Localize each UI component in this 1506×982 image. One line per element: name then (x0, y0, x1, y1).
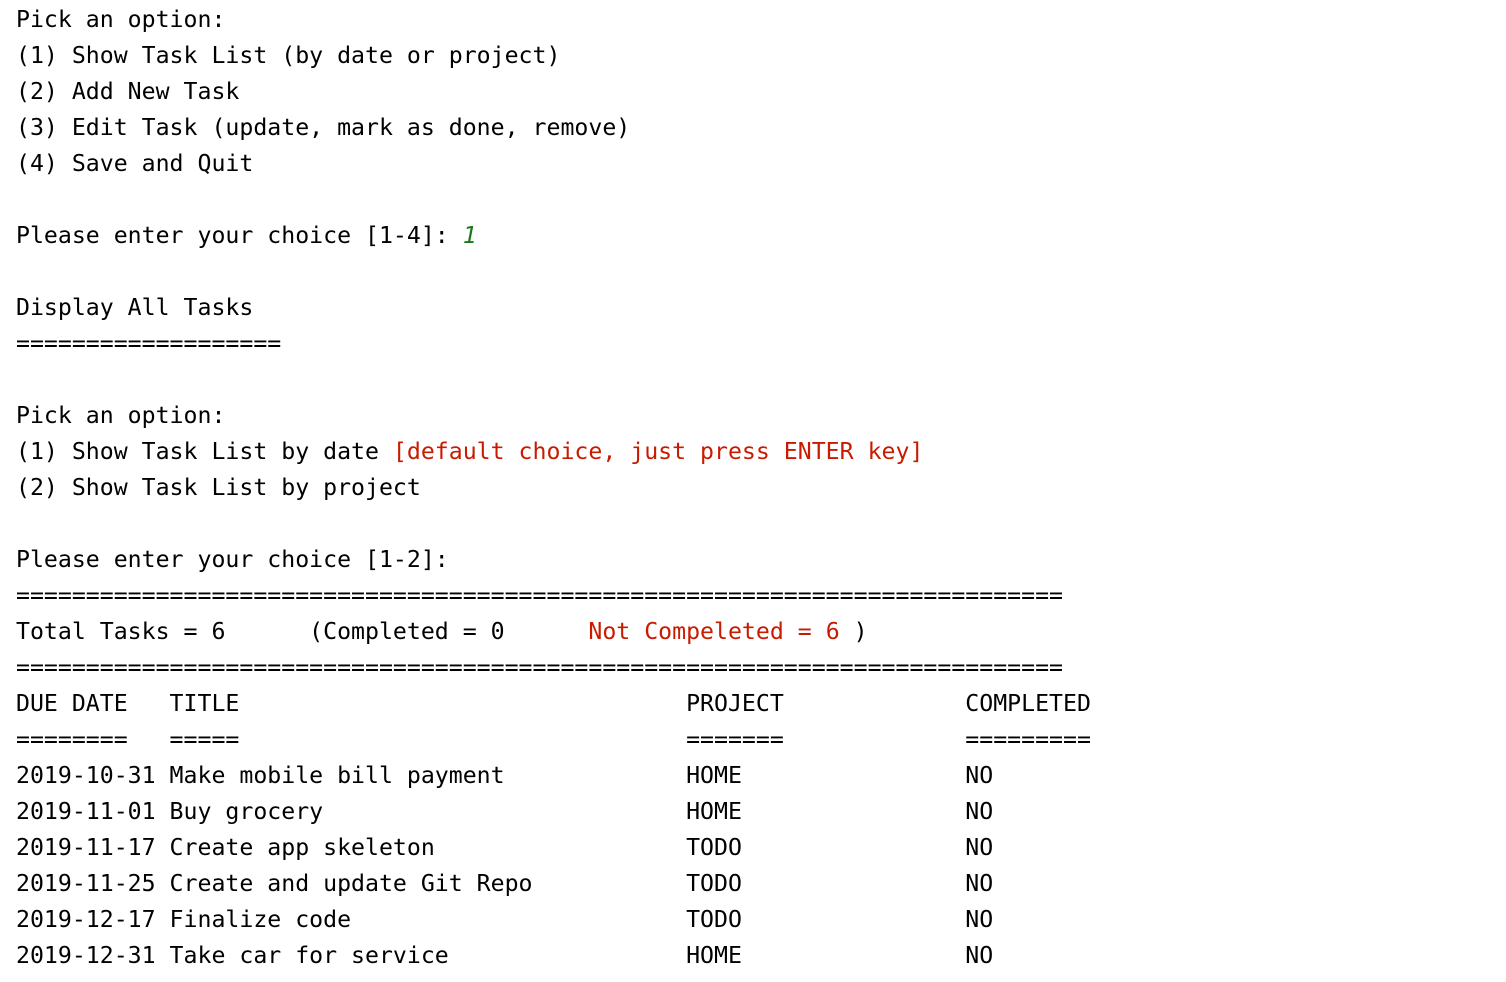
display-heading: Display All Tasks (16, 294, 254, 321)
summary-bottom-rule: ========================================… (16, 654, 1064, 681)
main-menu-option-2: (2) Add New Task (16, 78, 240, 105)
table-header-underline: ======== ===== ======= ========= (16, 726, 1091, 753)
table-header: DUE DATE TITLE PROJECT COMPLETED (16, 690, 1091, 717)
summary-top-rule: ========================================… (16, 582, 1064, 609)
table-row: 2019-11-17 Create app skeleton TODO NO (16, 834, 994, 861)
sub-menu-option-2: (2) Show Task List by project (16, 474, 421, 501)
main-choice-prompt: Please enter your choice [1-4]: (16, 222, 463, 249)
default-choice-hint: [default choice, just press ENTER key] (392, 438, 924, 465)
sub-menu-option-1: (1) Show Task List by date (16, 438, 393, 465)
summary-close: ) (839, 618, 868, 645)
summary-line: Total Tasks = 6 (Completed = 0 Not Compe… (16, 614, 1490, 650)
table-row: 2019-12-17 Finalize code TODO NO (16, 906, 994, 933)
main-choice-line: Please enter your choice [1-4]: 1 (16, 218, 1490, 254)
display-heading-underline: =================== (16, 330, 282, 357)
summary-not-completed: Not Compeleted = 6 (588, 618, 840, 645)
sub-menu-prompt: Pick an option: (16, 402, 226, 429)
table-row: 2019-12-31 Take car for service HOME NO (16, 942, 994, 969)
main-menu-option-1: (1) Show Task List (by date or project) (16, 42, 561, 69)
table-row: 2019-11-25 Create and update Git Repo TO… (16, 870, 994, 897)
main-menu-prompt: Pick an option: (16, 6, 226, 33)
summary-total: Total Tasks = 6 (Completed = 0 (16, 618, 589, 645)
table-row: 2019-11-01 Buy grocery HOME NO (16, 798, 994, 825)
terminal-output: Pick an option: (1) Show Task List (by d… (16, 2, 1490, 974)
main-menu-option-3: (3) Edit Task (update, mark as done, rem… (16, 114, 631, 141)
main-choice-input[interactable]: 1 (463, 222, 477, 249)
sub-menu-option-1-line: (1) Show Task List by date [default choi… (16, 434, 1490, 470)
table-row: 2019-10-31 Make mobile bill payment HOME… (16, 762, 994, 789)
sub-choice-prompt[interactable]: Please enter your choice [1-2]: (16, 542, 1490, 578)
main-menu-option-4: (4) Save and Quit (16, 150, 254, 177)
